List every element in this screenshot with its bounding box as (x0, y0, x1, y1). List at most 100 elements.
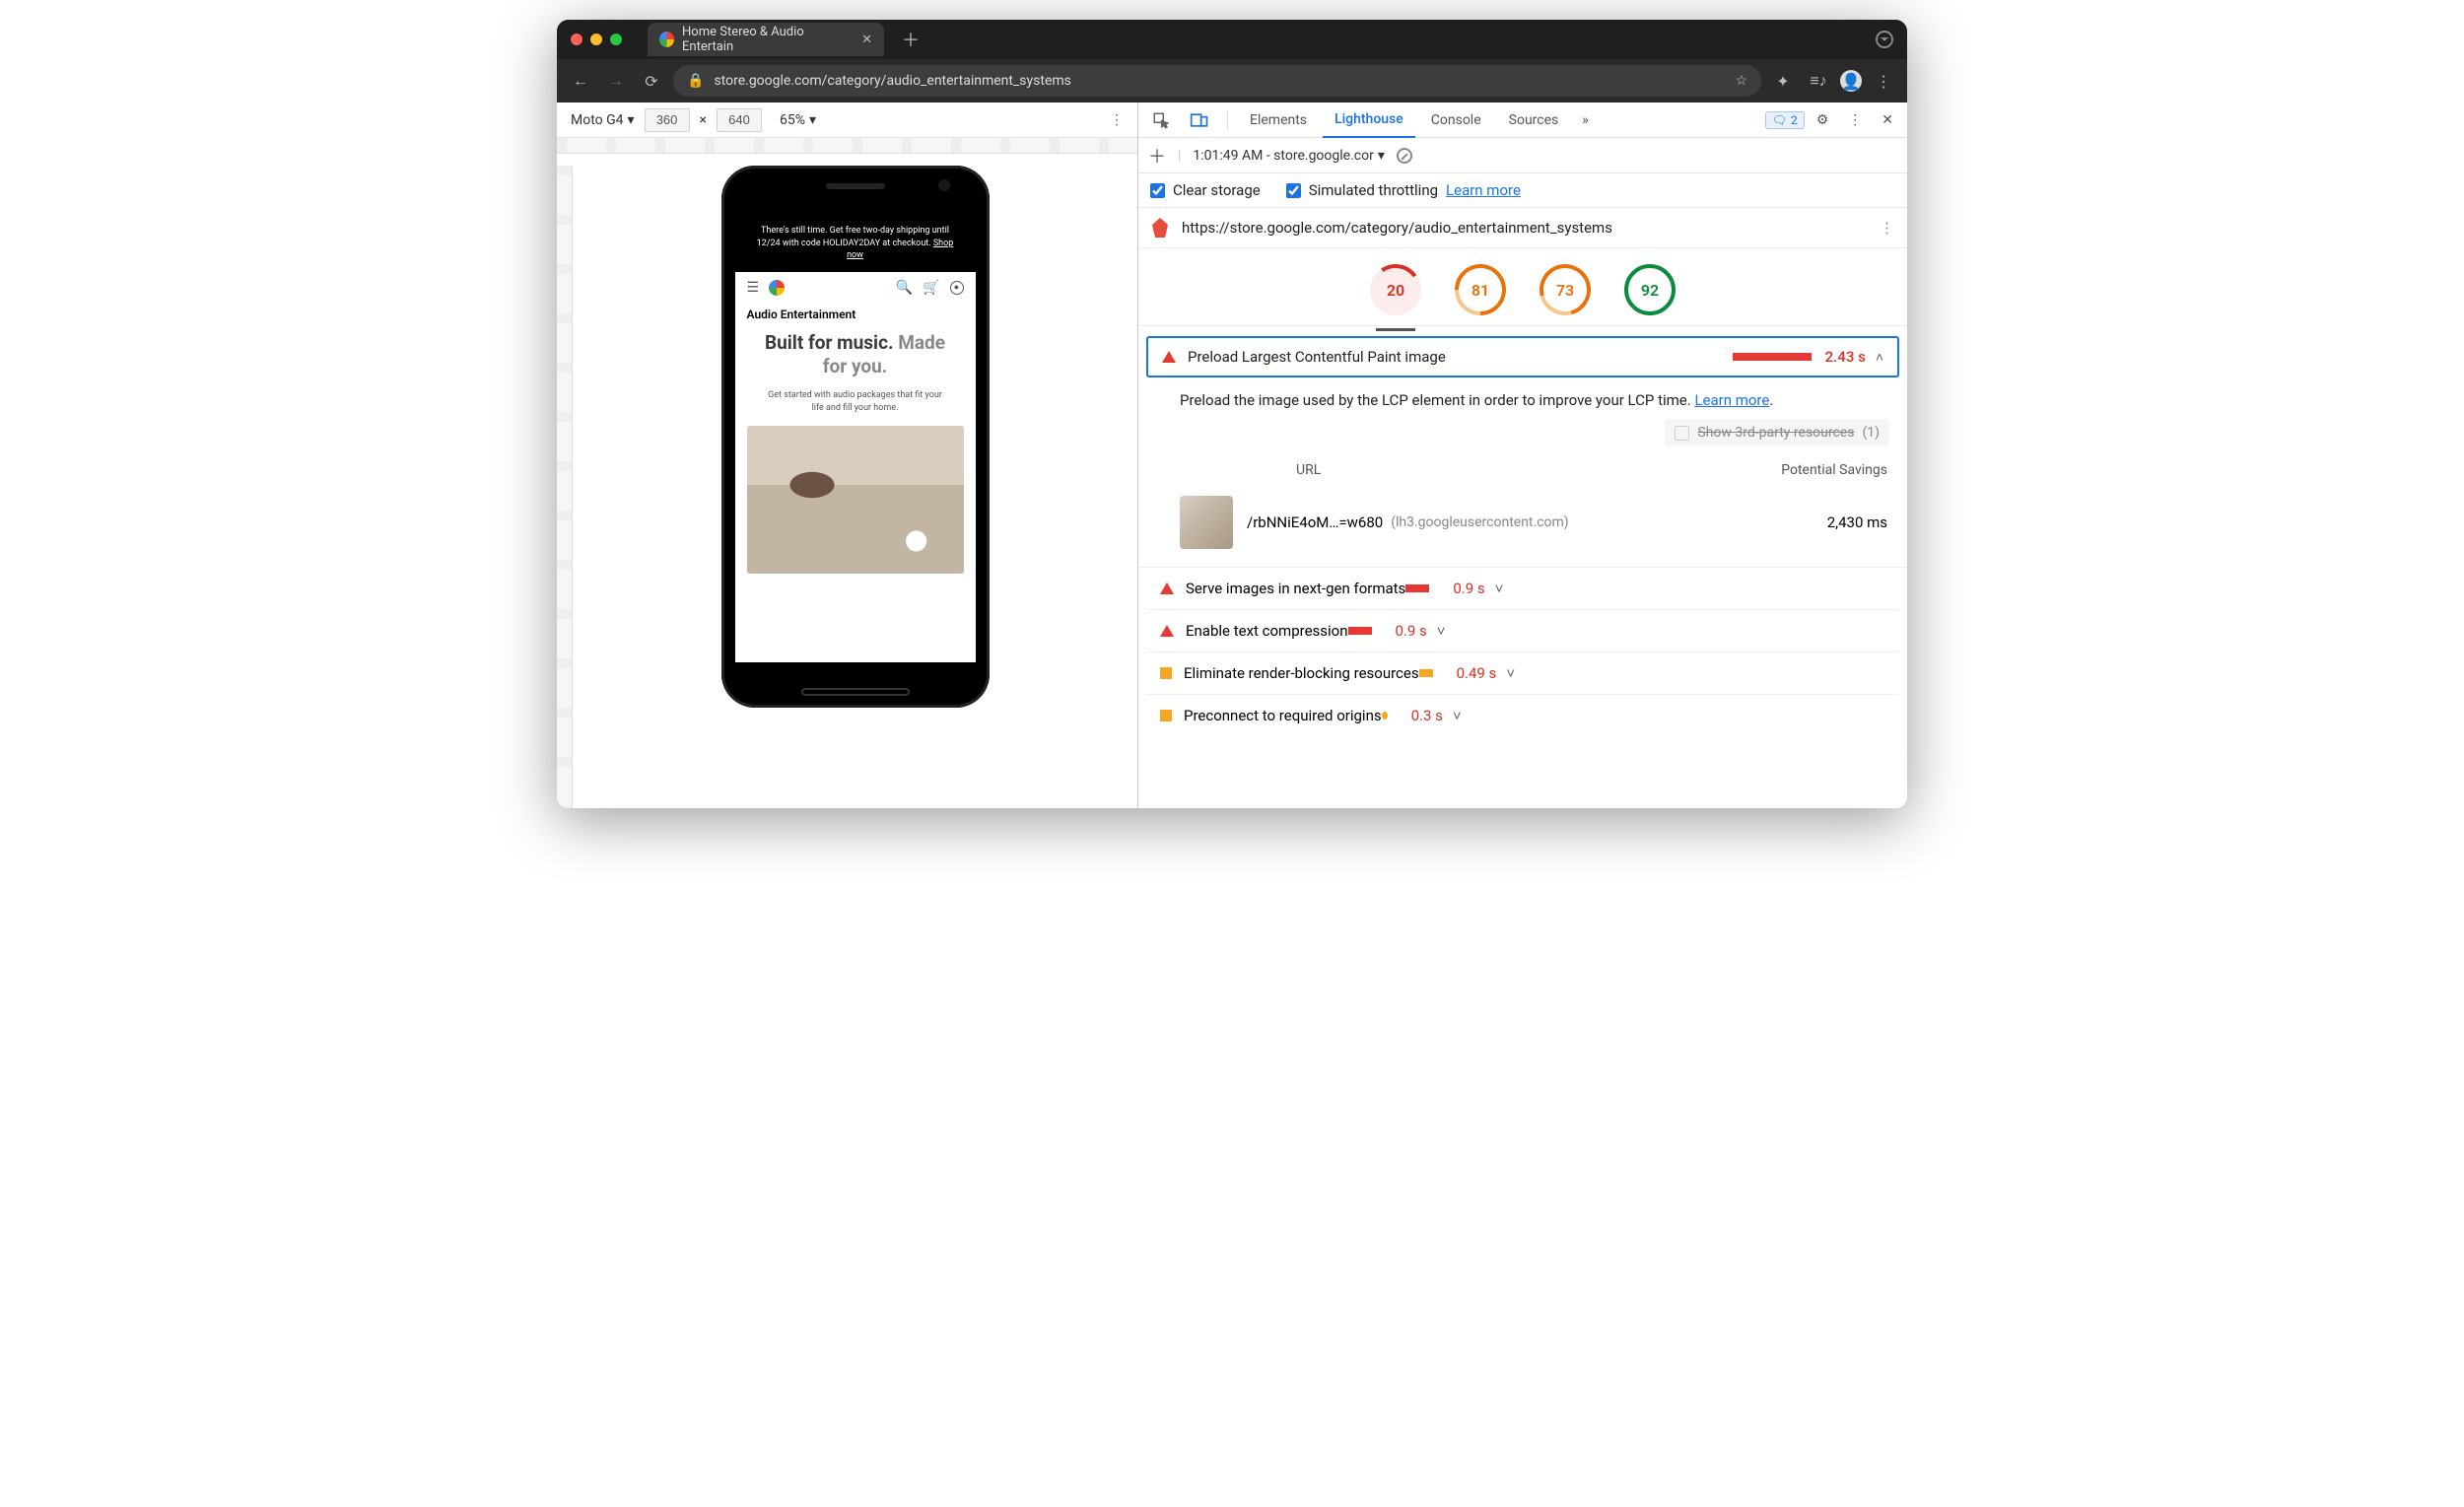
lock-icon: 🔒 (687, 73, 704, 89)
bookmark-icon[interactable]: ☆ (1735, 73, 1747, 89)
sim-throttle-checkbox[interactable] (1286, 183, 1301, 198)
fail-icon (1162, 351, 1176, 363)
resource-thumbnail (1180, 496, 1233, 549)
audit-preload-lcp[interactable]: Preload Largest Contentful Paint image 2… (1146, 336, 1899, 377)
fail-icon (1160, 582, 1174, 594)
tabs-expand-icon[interactable] (1876, 31, 1893, 48)
zoom-select[interactable]: 65% ▾ (780, 112, 816, 128)
savings-bar (1405, 584, 1429, 592)
browser-window: Home Stereo & Audio Entertain ✕ ＋ ← → ⟳ … (557, 20, 1907, 808)
new-tab-button[interactable]: ＋ (902, 27, 920, 52)
camera-icon (938, 179, 950, 191)
audit-desc-text: Preload the image used by the LCP elemen… (1180, 391, 1694, 409)
browser-tab[interactable]: Home Stereo & Audio Entertain ✕ (648, 23, 884, 56)
score-performance[interactable]: 20 (1370, 264, 1421, 315)
settings-gear-icon[interactable]: ⚙ (1809, 103, 1837, 138)
clear-storage-checkbox[interactable] (1150, 183, 1165, 198)
banner-text: There's still time. Get free two-day shi… (757, 226, 949, 248)
home-bar (801, 688, 910, 696)
audit-text-compression[interactable]: Enable text compression 0.9 s ˅ (1146, 610, 1899, 652)
audit-table-header: URL Potential Savings (1138, 458, 1907, 486)
third-party-checkbox (1675, 426, 1689, 441)
tab-elements[interactable]: Elements (1238, 103, 1319, 138)
new-report-button[interactable]: ＋ (1148, 143, 1166, 169)
col-savings: Potential Savings (1781, 462, 1887, 478)
devtools-menu-icon[interactable]: ⋮ (1840, 103, 1870, 138)
audit-title: Serve images in next-gen formats (1186, 580, 1405, 597)
forward-button: → (602, 67, 630, 95)
resource-path: /rbNNiE4oM…=w680 (1247, 514, 1383, 531)
lighthouse-icon (1150, 218, 1170, 238)
clear-icon[interactable] (1397, 148, 1412, 164)
savings-bar (1733, 353, 1812, 361)
audit-value: 2.43 s (1825, 348, 1866, 366)
caret-down-icon: ▾ (1378, 148, 1385, 164)
hamburger-icon[interactable]: ☰ (747, 280, 760, 296)
report-url: https://store.google.com/category/audio_… (1182, 219, 1612, 237)
resource-savings: 2,430 ms (1827, 514, 1887, 531)
favicon-icon (659, 32, 674, 47)
inspect-element-icon[interactable] (1144, 103, 1178, 138)
tab-title: Home Stereo & Audio Entertain (682, 25, 848, 54)
chevron-down-icon: ˅ (1437, 622, 1446, 640)
hero-sub: Get started with audio packages that fit… (735, 383, 976, 420)
devtools-tabstrip: Elements Lighthouse Console Sources » 🗨 … (1138, 103, 1907, 138)
score-seo[interactable]: 92 (1624, 264, 1676, 315)
tab-console[interactable]: Console (1419, 103, 1493, 138)
devtools-close-icon[interactable]: ✕ (1874, 103, 1901, 138)
messages-badge[interactable]: 🗨 2 (1765, 111, 1805, 129)
audit-preconnect[interactable]: Preconnect to required origins 0.3 s ˅ (1146, 695, 1899, 736)
audit-title: Preload Largest Contentful Paint image (1188, 348, 1446, 366)
chevron-up-icon: ˄ (1876, 349, 1883, 366)
audit-title: Preconnect to required origins (1184, 707, 1382, 724)
device-preview-pane: Moto G4 ▾ × 65% ▾ ⋮ (557, 103, 1138, 808)
back-button[interactable]: ← (567, 67, 594, 95)
toolbar: ← → ⟳ 🔒 store.google.com/category/audio_… (557, 59, 1907, 103)
col-url: URL (1296, 462, 1321, 478)
third-party-toggle-row: Show 3rd-party resources (1) (1138, 413, 1907, 458)
lighthouse-options: Clear storage Simulated throttling Learn… (1138, 173, 1907, 208)
minimize-window-button[interactable] (590, 34, 602, 45)
height-input[interactable] (717, 108, 762, 132)
score-accessibility[interactable]: 81 (1455, 264, 1506, 315)
device-toolbar-menu-icon[interactable]: ⋮ (1110, 112, 1124, 128)
message-count: 2 (1791, 113, 1798, 127)
audit-nextgen-images[interactable]: Serve images in next-gen formats 0.9 s ˅ (1146, 568, 1899, 610)
media-panel-icon[interactable]: ≡♪ (1805, 67, 1832, 95)
score-best-practices[interactable]: 73 (1540, 264, 1591, 315)
device-toggle-icon[interactable] (1182, 103, 1217, 138)
profile-avatar-icon[interactable]: 👤 (1840, 70, 1862, 92)
maximize-window-button[interactable] (610, 34, 622, 45)
extensions-icon[interactable]: ✦ (1769, 67, 1797, 95)
audit-render-blocking[interactable]: Eliminate render-blocking resources 0.49… (1146, 652, 1899, 695)
tab-sources[interactable]: Sources (1497, 103, 1571, 138)
tab-lighthouse[interactable]: Lighthouse (1323, 103, 1415, 138)
close-window-button[interactable] (571, 34, 582, 45)
audit-value: 0.49 s (1457, 664, 1497, 682)
chrome-menu-icon[interactable]: ⋮ (1870, 67, 1897, 95)
ruler-vertical (557, 166, 573, 808)
caret-down-icon: ▾ (628, 112, 635, 128)
audit-value: 0.3 s (1411, 707, 1443, 724)
more-tabs-icon[interactable]: » (1574, 103, 1597, 138)
cart-icon[interactable]: 🛒 (923, 280, 939, 296)
reload-button[interactable]: ⟳ (638, 67, 665, 95)
search-icon[interactable]: 🔍 (896, 280, 913, 296)
width-input[interactable] (645, 108, 690, 132)
close-tab-icon[interactable]: ✕ (861, 33, 872, 47)
third-party-toggle[interactable]: Show 3rd-party resources (1) (1665, 419, 1889, 446)
device-select[interactable]: Moto G4 ▾ (571, 112, 635, 128)
hero-image (747, 426, 964, 574)
audit-learn-more-link[interactable]: Learn more (1694, 391, 1769, 409)
address-bar[interactable]: 🔒 store.google.com/category/audio_entert… (673, 65, 1761, 97)
sim-throttle-label: Simulated throttling (1309, 181, 1438, 199)
learn-more-link[interactable]: Learn more (1446, 181, 1521, 199)
warn-icon (1160, 710, 1172, 721)
report-url-row: https://store.google.com/category/audio_… (1138, 208, 1907, 248)
page-viewport[interactable]: There's still time. Get free two-day shi… (735, 215, 976, 662)
account-icon[interactable]: ● (950, 281, 964, 295)
report-menu-icon[interactable]: ⋮ (1880, 219, 1895, 237)
report-select[interactable]: 1:01:49 AM - store.google.cor ▾ (1193, 148, 1384, 164)
audit-title: Eliminate render-blocking resources (1184, 664, 1419, 682)
google-logo-icon[interactable] (769, 280, 785, 296)
